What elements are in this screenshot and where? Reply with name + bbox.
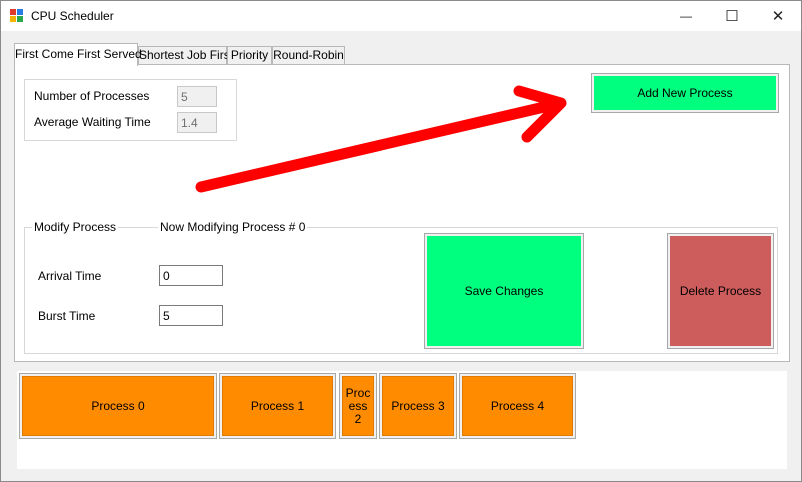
app-window: CPU Scheduler — ☐ ✕ First Come First Ser… [0,0,802,482]
tab-fcfs[interactable]: First Come First Served [14,43,142,66]
red-arrow-annotation [195,85,567,193]
arrow-shaft [195,98,563,193]
